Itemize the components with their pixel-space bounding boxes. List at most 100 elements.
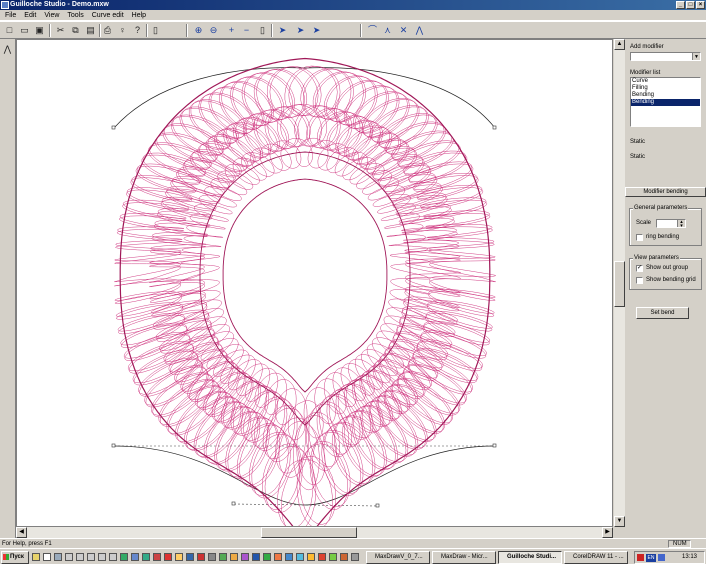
curve-tool-2-icon[interactable]: ⋏ xyxy=(381,24,394,37)
start-button[interactable]: Пуск xyxy=(1,551,29,564)
view-parameters-legend: View parameters xyxy=(633,255,680,261)
plus-icon[interactable]: + xyxy=(225,24,238,37)
scale-input[interactable]: ▴ ▾ xyxy=(656,219,686,229)
quick-launch-icon[interactable] xyxy=(329,553,337,561)
light-bulb-icon[interactable]: ♀ xyxy=(116,24,129,37)
quick-launch-icon[interactable] xyxy=(131,553,139,561)
quick-launch-icon[interactable] xyxy=(142,553,150,561)
quick-launch-icon[interactable] xyxy=(197,553,205,561)
curve-draw-icon[interactable]: ⋀ xyxy=(1,43,14,56)
quick-launch-icon[interactable] xyxy=(164,553,172,561)
vertical-scroll-thumb[interactable] xyxy=(614,261,625,307)
vertical-scrollbar[interactable]: ▲ ▼ xyxy=(613,39,625,527)
quick-launch-icon[interactable] xyxy=(54,553,62,561)
solid-arrow-icon[interactable]: ➤ xyxy=(310,24,323,37)
node-arrow-icon[interactable]: ➤ xyxy=(294,24,307,37)
set-bend-button[interactable]: Set bend xyxy=(636,307,689,319)
ring-bending-checkbox[interactable] xyxy=(636,234,643,241)
zoom-out-icon[interactable]: ⊖ xyxy=(207,24,220,37)
toolbar-separator xyxy=(360,24,362,37)
task-button[interactable]: MaxDraw - Micr... xyxy=(432,551,496,564)
curve-tool-1-icon[interactable]: ⌒ xyxy=(366,24,379,37)
cut-icon[interactable]: ✂ xyxy=(54,24,67,37)
tray-icon[interactable] xyxy=(637,554,644,561)
menu-bar: File Edit View Tools Curve edit Help xyxy=(0,10,706,21)
guilloche-band xyxy=(114,65,497,526)
show-bending-grid-checkbox[interactable] xyxy=(636,277,643,284)
scroll-right-icon[interactable]: ▶ xyxy=(602,527,613,538)
menu-edit[interactable]: Edit xyxy=(21,10,39,20)
modifier-list-label: Modifier list xyxy=(630,70,661,76)
minus-icon[interactable]: − xyxy=(240,24,253,37)
language-indicator[interactable]: EN xyxy=(646,554,656,562)
curve-tool-4-icon[interactable]: ⋀ xyxy=(413,24,426,37)
save-icon[interactable]: ▣ xyxy=(33,24,46,37)
scroll-left-icon[interactable]: ◀ xyxy=(16,527,27,538)
quick-launch-icon[interactable] xyxy=(208,553,216,561)
print-preview-icon[interactable]: ⎙ xyxy=(101,24,114,37)
menu-tools[interactable]: Tools xyxy=(64,10,86,20)
quick-launch-icon[interactable] xyxy=(318,553,326,561)
spin-icon[interactable]: ▴ ▾ xyxy=(677,220,685,229)
horizontal-scroll-thumb[interactable] xyxy=(261,527,357,538)
scroll-down-icon[interactable]: ▼ xyxy=(614,516,625,527)
maximize-button[interactable]: □ xyxy=(686,1,695,9)
menu-curve-edit[interactable]: Curve edit xyxy=(89,10,127,20)
new-file-icon[interactable]: □ xyxy=(3,24,16,37)
quick-launch-icon[interactable] xyxy=(274,553,282,561)
quick-launch-icon[interactable] xyxy=(252,553,260,561)
show-out-group-checkbox[interactable]: ✓ xyxy=(636,265,643,272)
modifier-list[interactable]: Curve Filling Bending Bending xyxy=(630,77,701,127)
modifier-list-item-selected[interactable]: Bending xyxy=(631,99,700,106)
copy-icon[interactable]: ⧉ xyxy=(69,24,82,37)
paste-icon[interactable]: ▤ xyxy=(84,24,97,37)
add-modifier-select[interactable]: ▼ xyxy=(630,52,701,61)
page-icon[interactable]: ▯ xyxy=(256,24,269,37)
quick-launch-icon[interactable] xyxy=(175,553,183,561)
quick-launch-icon[interactable] xyxy=(43,553,51,561)
control-point xyxy=(492,125,497,130)
modifier-list-item[interactable]: Filling xyxy=(631,85,700,92)
frame-icon[interactable]: ▯ xyxy=(149,24,162,37)
modifier-bending-header[interactable]: Modifier bending xyxy=(625,187,706,197)
menu-help[interactable]: Help xyxy=(129,10,149,20)
task-button[interactable]: MaxDrawV_0_7... xyxy=(366,551,430,564)
quick-launch-icon[interactable] xyxy=(65,553,73,561)
quick-launch-icon[interactable] xyxy=(351,553,359,561)
help-cursor-icon[interactable]: ? xyxy=(131,24,144,37)
drawing-canvas[interactable] xyxy=(16,39,613,527)
select-arrow-icon[interactable]: ➤ xyxy=(276,24,289,37)
quick-launch-icon[interactable] xyxy=(230,553,238,561)
quick-launch-icon[interactable] xyxy=(219,553,227,561)
quick-launch-icon[interactable] xyxy=(340,553,348,561)
quick-launch-icon[interactable] xyxy=(87,553,95,561)
minimize-button[interactable]: _ xyxy=(676,1,685,9)
chevron-down-icon[interactable]: ▼ xyxy=(692,53,700,60)
tray-icon[interactable] xyxy=(658,554,665,561)
quick-launch-icon[interactable] xyxy=(285,553,293,561)
quick-launch-icon[interactable] xyxy=(153,553,161,561)
open-file-icon[interactable]: ▭ xyxy=(18,24,31,37)
quick-launch-icon[interactable] xyxy=(98,553,106,561)
modifier-list-item[interactable]: Curve xyxy=(631,78,700,85)
quick-launch-icon[interactable] xyxy=(241,553,249,561)
quick-launch-icon[interactable] xyxy=(120,553,128,561)
quick-launch-icon[interactable] xyxy=(76,553,84,561)
horizontal-scrollbar[interactable]: ◀ ▶ xyxy=(16,527,613,538)
quick-launch-icon[interactable] xyxy=(32,553,40,561)
modifier-list-item[interactable]: Bending xyxy=(631,92,700,99)
quick-launch-icon[interactable] xyxy=(296,553,304,561)
menu-file[interactable]: File xyxy=(2,10,19,20)
quick-launch-icon[interactable] xyxy=(109,553,117,561)
quick-launch-icon[interactable] xyxy=(263,553,271,561)
close-button[interactable]: × xyxy=(696,1,705,9)
scroll-up-icon[interactable]: ▲ xyxy=(614,39,625,50)
curve-tool-3-icon[interactable]: ✕ xyxy=(397,24,410,37)
clock: 13:13 xyxy=(682,554,698,560)
task-button[interactable]: CorelDRAW 11 - ... xyxy=(564,551,628,564)
quick-launch-icon[interactable] xyxy=(307,553,315,561)
task-button-active[interactable]: Guilloche Studi... xyxy=(498,551,562,564)
menu-view[interactable]: View xyxy=(41,10,62,20)
quick-launch-icon[interactable] xyxy=(186,553,194,561)
zoom-in-icon[interactable]: ⊕ xyxy=(192,24,205,37)
